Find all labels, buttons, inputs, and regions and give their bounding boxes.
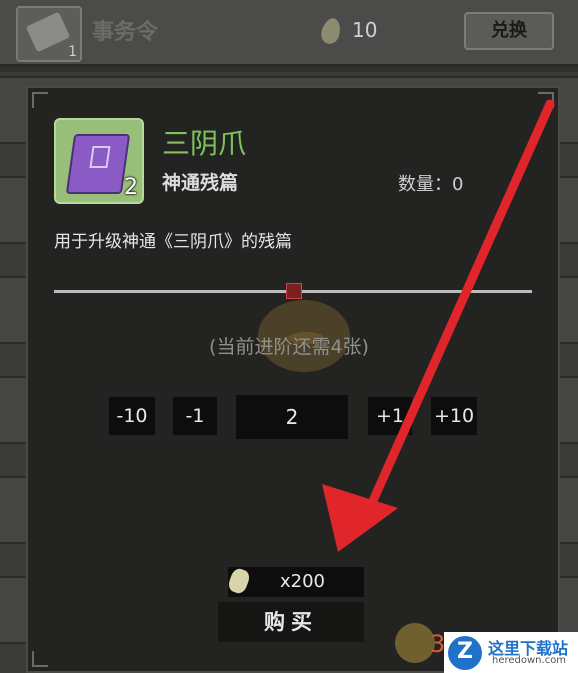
arrow-head [322,484,398,552]
watermark-logo-icon: Z [448,636,482,670]
site-watermark: Z 这里下载站 heredown.com [444,632,578,673]
annotation-arrow [322,99,555,552]
watermark-mascot-icon [395,623,435,663]
watermark-logo-letter: Z [457,639,473,664]
watermark-site-url: heredown.com [492,655,567,666]
watermark-number: 3 [430,630,446,658]
arrow-shaft [363,99,555,517]
